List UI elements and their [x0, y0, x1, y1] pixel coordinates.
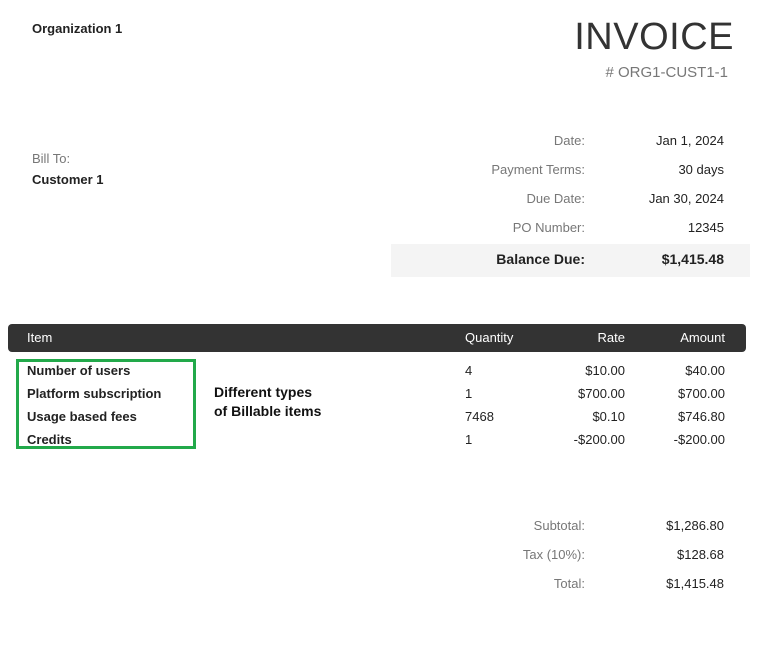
- balance-due-label: Balance Due:: [496, 251, 585, 267]
- row-amount: $746.80: [678, 409, 725, 424]
- invoice-number: # ORG1-CUST1-1: [605, 64, 728, 81]
- invoice-title: INVOICE: [574, 16, 734, 58]
- subtotal-label: Subtotal:: [533, 518, 585, 533]
- billable-items-highlight-box: [16, 359, 196, 449]
- row-amount: -$200.00: [673, 432, 725, 447]
- bill-to-name: Customer 1: [32, 172, 104, 187]
- row-rate: -$200.00: [573, 432, 625, 447]
- date-value: Jan 1, 2024: [656, 133, 724, 148]
- row-amount: $40.00: [685, 363, 725, 378]
- row-rate: $700.00: [578, 386, 625, 401]
- row-quantity: 1: [465, 386, 473, 401]
- table-header: Item Quantity Rate Amount: [8, 324, 746, 352]
- tax-label: Tax (10%):: [522, 547, 585, 562]
- date-label: Date:: [553, 133, 585, 148]
- header-rate: Rate: [597, 330, 625, 345]
- annotation-line-2: of Billable items: [214, 403, 322, 419]
- balance-due-value: $1,415.48: [661, 251, 724, 267]
- row-quantity: 4: [465, 363, 473, 378]
- tax-value: $128.68: [677, 547, 724, 562]
- subtotal-value: $1,286.80: [666, 518, 724, 533]
- row-quantity: 1: [465, 432, 473, 447]
- due-date-label: Due Date:: [526, 191, 585, 206]
- po-number-value: 12345: [687, 220, 724, 235]
- bill-to-label: Bill To:: [32, 151, 71, 166]
- total-label: Total:: [553, 576, 585, 591]
- header-amount: Amount: [680, 330, 725, 345]
- row-rate: $10.00: [585, 363, 625, 378]
- row-rate: $0.10: [592, 409, 625, 424]
- payment-terms-value: 30 days: [678, 162, 724, 177]
- annotation-line-1: Different types: [214, 384, 313, 400]
- row-amount: $700.00: [678, 386, 725, 401]
- total-value: $1,415.48: [666, 576, 724, 591]
- row-quantity: 7468: [465, 409, 494, 424]
- po-number-label: PO Number:: [512, 220, 585, 235]
- payment-terms-label: Payment Terms:: [491, 162, 585, 177]
- billable-items-annotation: Different types of Billable items: [214, 383, 321, 421]
- header-item: Item: [27, 330, 53, 345]
- organization-name: Organization 1: [32, 21, 123, 36]
- due-date-value: Jan 30, 2024: [648, 191, 724, 206]
- header-quantity: Quantity: [465, 330, 514, 345]
